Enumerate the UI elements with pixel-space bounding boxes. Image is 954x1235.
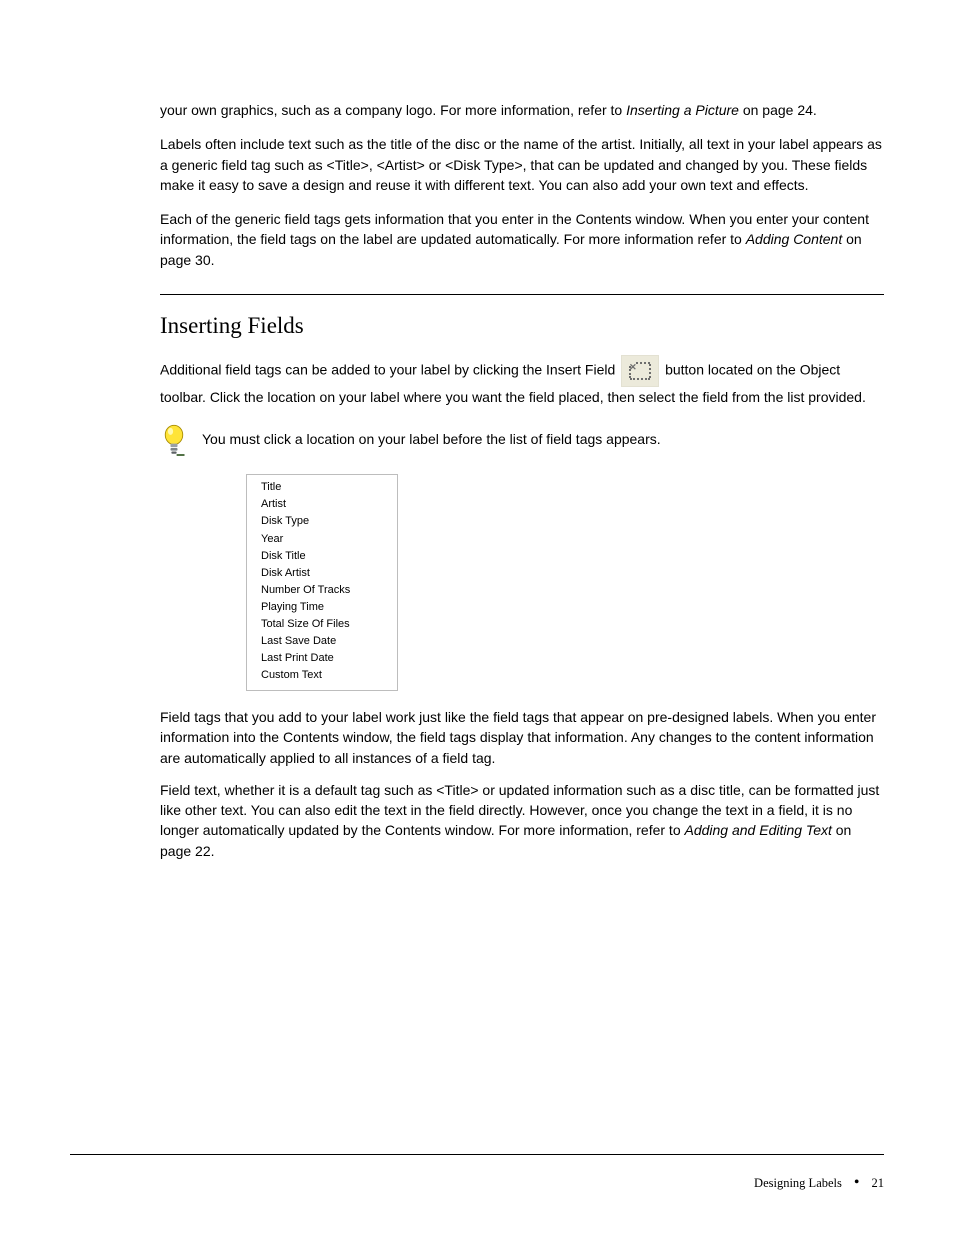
section-paragraph-1: Additional field tags can be added to yo… bbox=[160, 355, 884, 407]
after-paragraph-2: Field text, whether it is a default tag … bbox=[160, 780, 884, 861]
page: your own graphics, such as a company log… bbox=[0, 0, 954, 1235]
text: Additional field tags can be added to yo… bbox=[160, 362, 619, 378]
lightbulb-icon bbox=[160, 423, 188, 464]
tip-row: You must click a location on your label … bbox=[160, 423, 884, 464]
page-footer: Designing Labels • 21 bbox=[70, 1176, 884, 1191]
intro-paragraph-2: Labels often include text such as the ti… bbox=[160, 134, 884, 195]
link-adding-content: on page 30.Adding Content bbox=[746, 231, 843, 247]
text: on page 24. bbox=[739, 102, 817, 118]
menu-item-playing-time[interactable]: Playing Time bbox=[261, 599, 383, 616]
footer-divider bbox=[70, 1154, 884, 1155]
footer-chapter: Designing Labels bbox=[754, 1176, 842, 1191]
menu-item-last-print-date[interactable]: Last Print Date bbox=[261, 650, 383, 667]
intro-paragraph-1: your own graphics, such as a company log… bbox=[160, 100, 884, 120]
footer-page-number: 21 bbox=[872, 1176, 885, 1191]
menu-item-year[interactable]: Year bbox=[261, 531, 383, 548]
text: your own graphics, such as a company log… bbox=[160, 102, 626, 118]
link-adding-editing-text: Adding and Editing Text bbox=[685, 822, 832, 838]
after-paragraph-1: Field tags that you add to your label wo… bbox=[160, 707, 884, 768]
intro-block: your own graphics, such as a company log… bbox=[160, 100, 884, 270]
menu-item-number-of-tracks[interactable]: Number Of Tracks bbox=[261, 582, 383, 599]
footer-bullet-icon: • bbox=[854, 1179, 860, 1187]
menu-item-disk-type[interactable]: Disk Type bbox=[261, 513, 383, 530]
menu-item-title[interactable]: Title bbox=[261, 479, 383, 496]
intro-paragraph-3: Each of the generic field tags gets info… bbox=[160, 209, 884, 270]
section-heading: Inserting Fields bbox=[160, 313, 884, 339]
menu-item-last-save-date[interactable]: Last Save Date bbox=[261, 633, 383, 650]
insert-field-icon: ✕ bbox=[621, 355, 659, 387]
menu-item-disk-title[interactable]: Disk Title bbox=[261, 548, 383, 565]
field-list-menu: Title Artist Disk Type Year Disk Title D… bbox=[246, 474, 398, 691]
menu-item-disk-artist[interactable]: Disk Artist bbox=[261, 565, 383, 582]
link-inserting-picture: Inserting a Picture bbox=[626, 102, 739, 118]
menu-item-artist[interactable]: Artist bbox=[261, 496, 383, 513]
tip-text: You must click a location on your label … bbox=[202, 429, 661, 449]
menu-item-custom-text[interactable]: Custom Text bbox=[261, 667, 383, 684]
section-divider bbox=[160, 294, 884, 295]
menu-item-total-size[interactable]: Total Size Of Files bbox=[261, 616, 383, 633]
